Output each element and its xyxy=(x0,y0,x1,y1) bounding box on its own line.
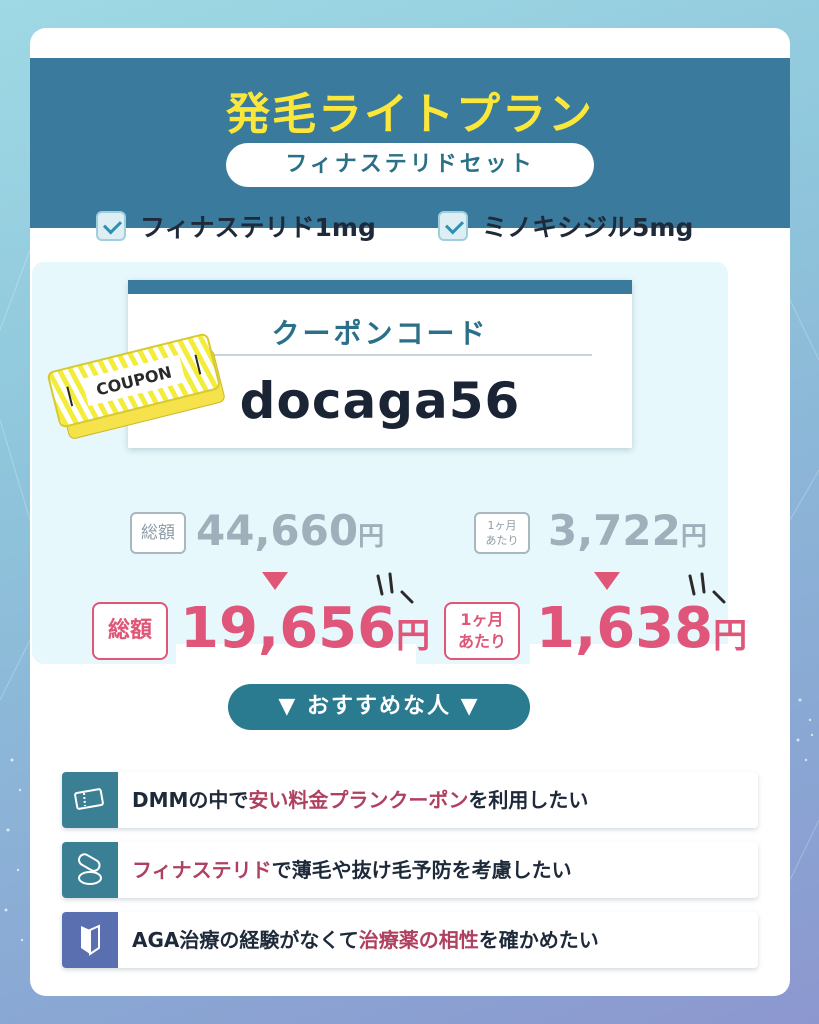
recommend-item: フィナステリドで薄毛や抜け毛予防を考慮したい xyxy=(62,842,758,898)
recommend-item-text: DMMの中で安い料金プランクーポンを利用したい xyxy=(132,788,589,812)
recommend-item-text: フィナステリドで薄毛や抜け毛予防を考慮したい xyxy=(132,858,572,882)
plan-title: 発毛ライトプラン xyxy=(226,89,594,140)
monthly-badge-old: 1ヶ月 あたり xyxy=(474,512,530,554)
sparkle-icon xyxy=(688,572,726,604)
total-badge-old: 総額 xyxy=(130,512,186,554)
coupon-ticket-icon: COUPON xyxy=(47,333,225,439)
included-item-finasteride: フィナステリド1mg xyxy=(96,208,376,244)
beginner-mark-icon xyxy=(62,912,118,968)
arrow-down-icon xyxy=(594,572,620,590)
coupon-icon xyxy=(62,772,118,828)
total-badge: 総額 xyxy=(92,602,168,660)
checkbox-icon xyxy=(438,211,468,241)
pill-icon xyxy=(62,842,118,898)
arrow-down-icon xyxy=(262,572,288,590)
recommend-heading: ▼ おすすめな人 ▼ xyxy=(228,684,530,730)
monthly-old-price: 3,722円 xyxy=(548,506,707,555)
recommend-item: AGA治療の経験がなくて治療薬の相性を確かめたい xyxy=(62,912,758,968)
coupon-card-bar xyxy=(128,280,632,294)
checkbox-icon xyxy=(96,211,126,241)
included-item-minoxidil: ミノキシジル5mg xyxy=(438,208,693,244)
monthly-badge: 1ヶ月 あたり xyxy=(444,602,520,660)
plan-subtitle: フィナステリドセット xyxy=(226,143,594,187)
recommend-item-text: AGA治療の経験がなくて治療薬の相性を確かめたい xyxy=(132,928,599,952)
recommend-item: DMMの中で安い料金プランクーポンを利用したい xyxy=(62,772,758,828)
sparkle-icon xyxy=(376,572,414,604)
included-item-label: フィナステリド1mg xyxy=(140,213,376,242)
total-old-price: 44,660円 xyxy=(196,506,385,555)
included-item-label: ミノキシジル5mg xyxy=(482,213,694,242)
